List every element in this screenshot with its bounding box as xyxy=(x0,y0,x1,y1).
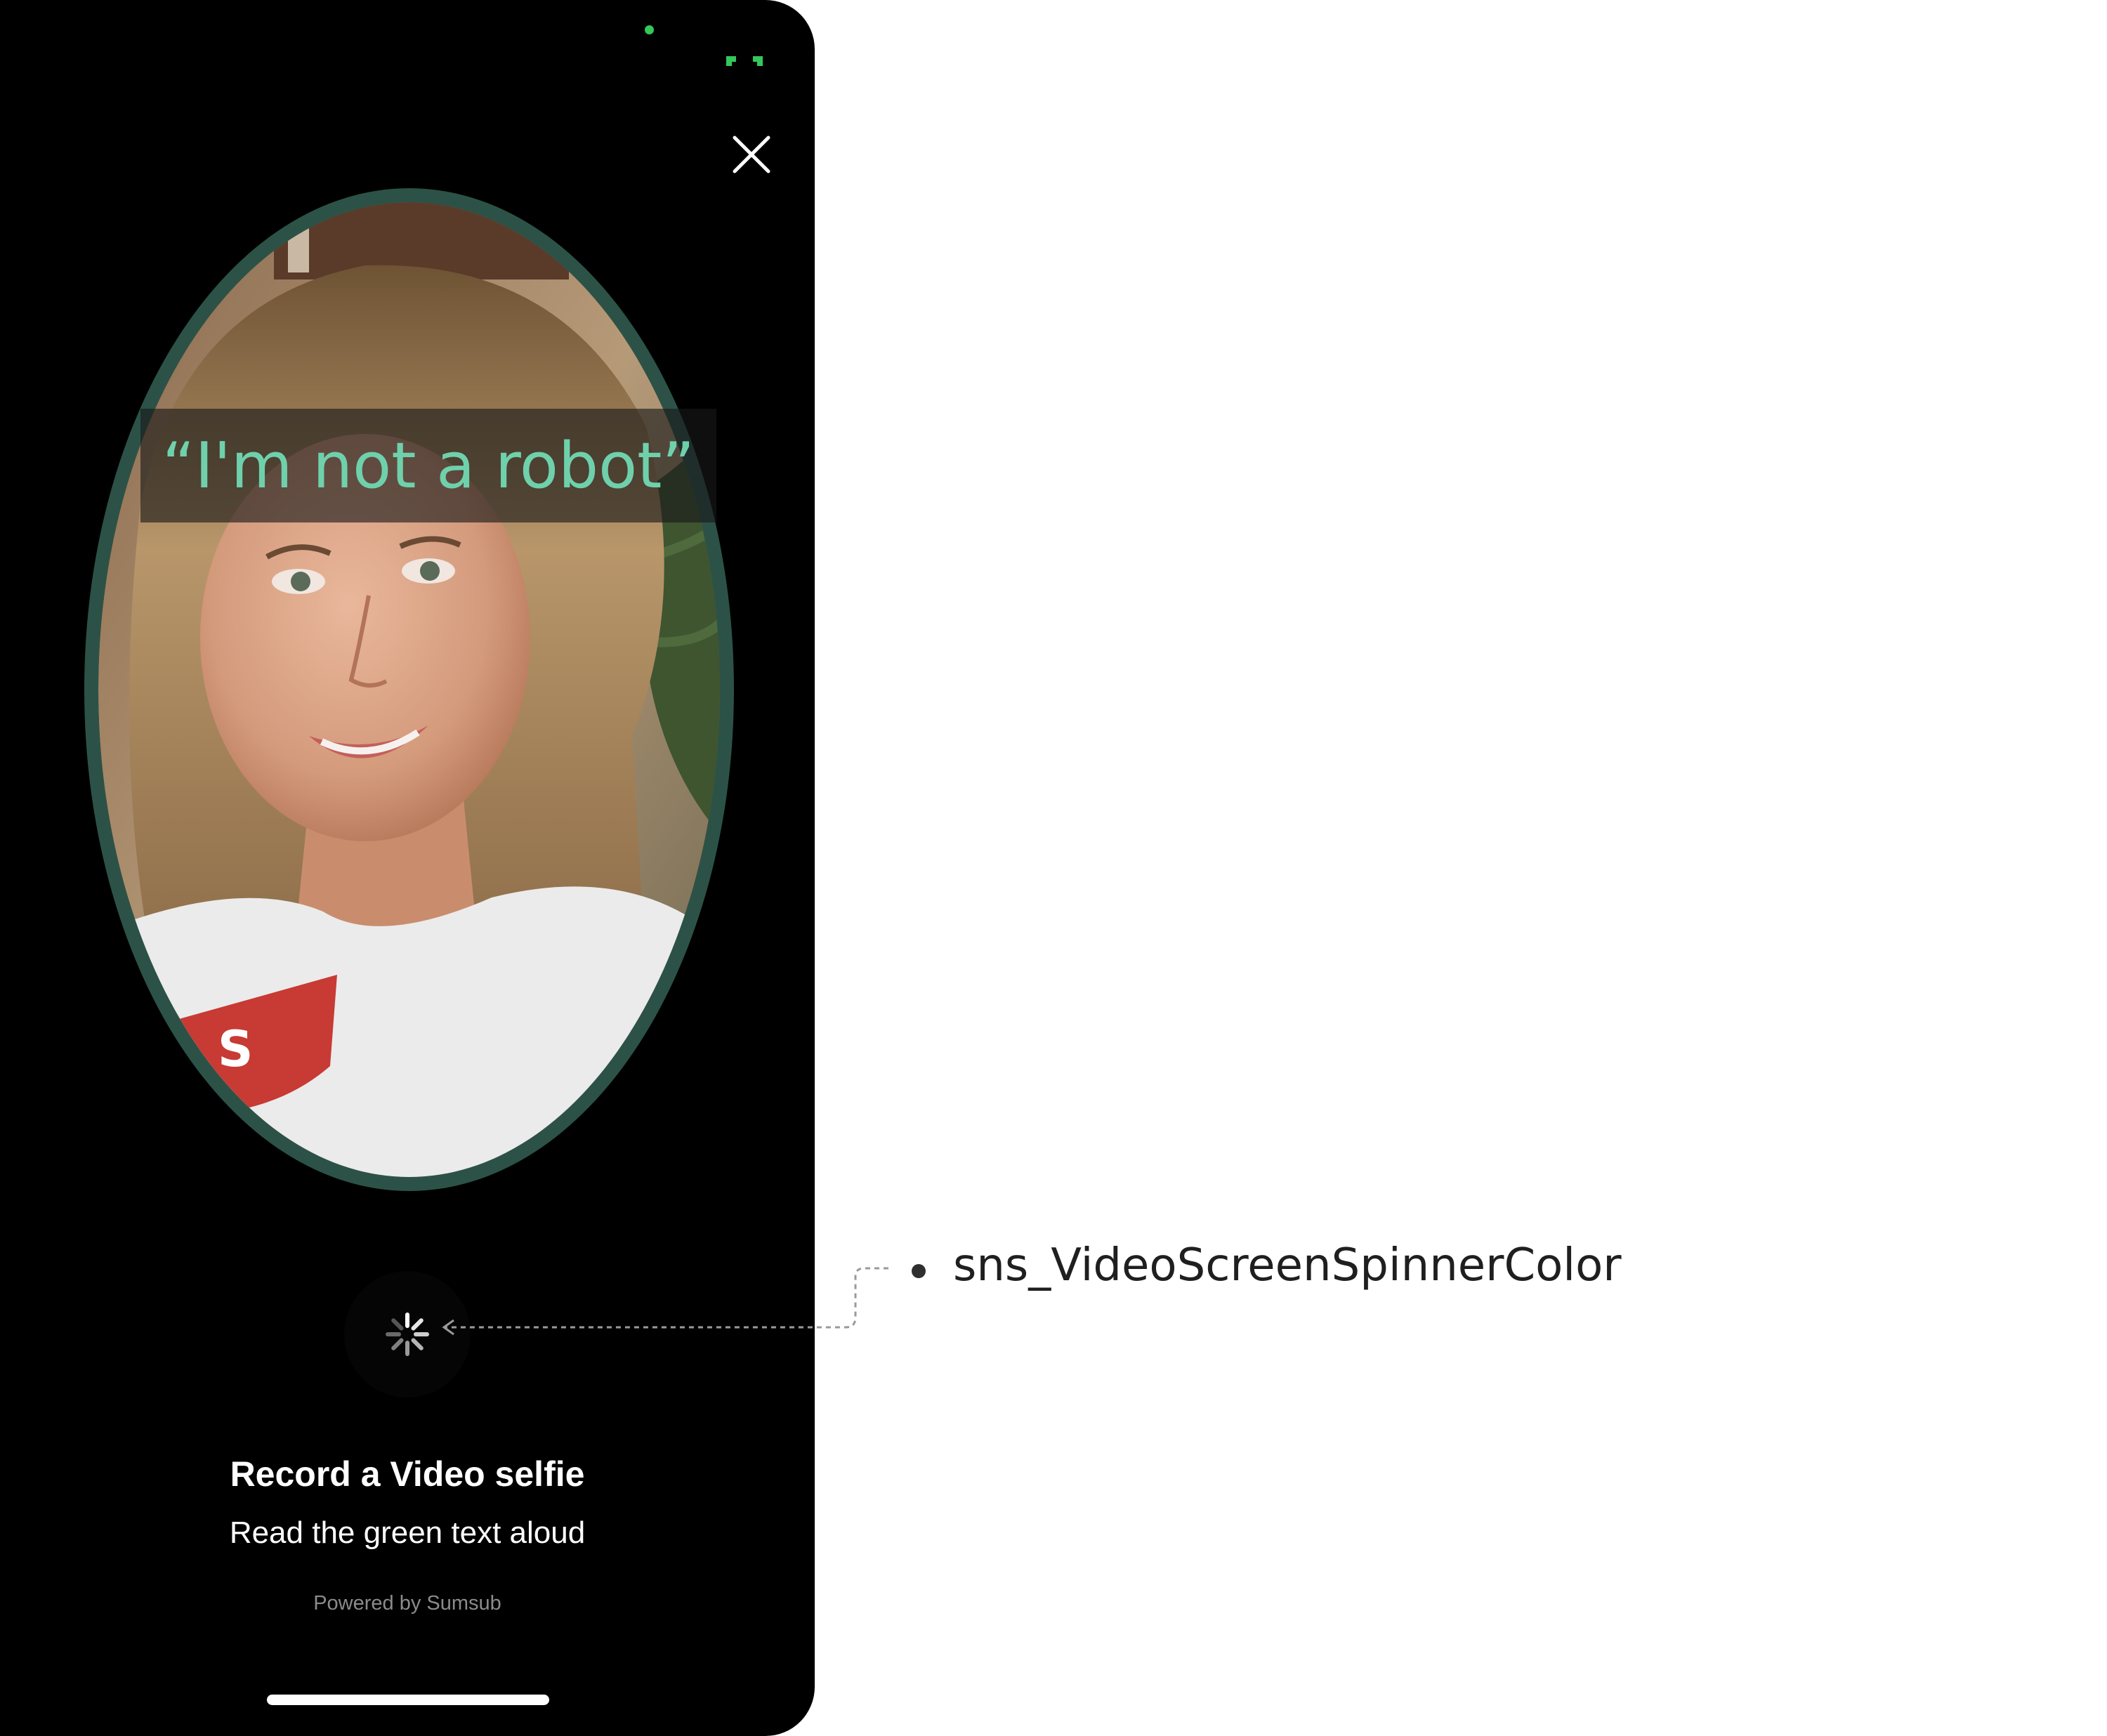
svg-text:S: S xyxy=(218,1020,253,1078)
close-icon xyxy=(733,136,770,173)
prompt-text: “I'm not a robot” xyxy=(162,428,695,503)
face-frame: S xyxy=(84,188,734,1191)
spinner-icon xyxy=(386,1313,429,1356)
screen-title: Record a Video selfie xyxy=(230,1454,585,1494)
prompt-banner: “I'm not a robot” xyxy=(140,409,716,522)
home-indicator[interactable] xyxy=(267,1695,549,1705)
status-indicator-icon xyxy=(726,56,763,66)
phone-screen: S “I'm not a robot” Record a Video selfi… xyxy=(0,0,815,1736)
annotation-label: sns_VideoScreenSpinnerColor xyxy=(953,1239,1622,1291)
annotation-bullet xyxy=(912,1264,926,1278)
camera-preview: S xyxy=(98,202,720,1177)
camera-status-dot xyxy=(645,25,654,34)
close-button[interactable] xyxy=(720,123,783,186)
spinner xyxy=(344,1271,471,1398)
powered-by-label: Powered by Sumsub xyxy=(313,1592,501,1615)
screen-subtitle: Read the green text aloud xyxy=(229,1515,586,1550)
